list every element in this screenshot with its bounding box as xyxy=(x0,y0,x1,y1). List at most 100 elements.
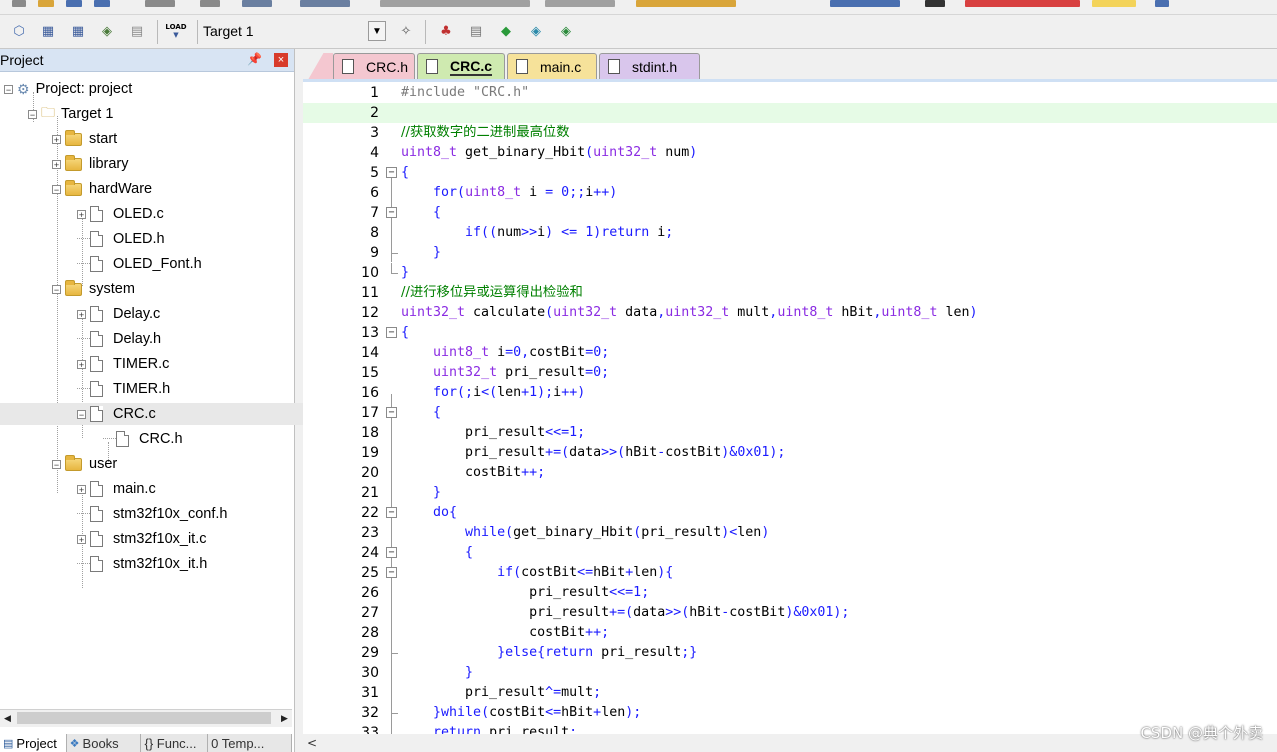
toolbar-icon[interactable] xyxy=(1092,0,1136,7)
code-line[interactable]: 3 //获取数字的二进制最高位数 xyxy=(303,123,1277,143)
tree-item-delay-h[interactable]: Delay.h xyxy=(77,328,161,350)
tree-item-oled-font-h[interactable]: OLED_Font.h xyxy=(77,253,202,275)
code-line[interactable]: 28 costBit++; xyxy=(303,623,1277,643)
toolbar-icon[interactable] xyxy=(145,0,175,7)
collapse-icon[interactable]: − xyxy=(52,284,61,294)
code-line[interactable]: 2 xyxy=(303,103,1277,123)
panel-tab-templates[interactable]: 0 Temp... xyxy=(208,734,292,752)
tree-item-oled-c[interactable]: + OLED.c xyxy=(77,203,164,225)
code-line[interactable]: 22− do{ xyxy=(303,503,1277,523)
expand-icon[interactable]: + xyxy=(77,309,86,319)
chevron-down-icon[interactable]: ▼ xyxy=(368,21,386,41)
tree-item-stm32f10x-conf-h[interactable]: stm32f10x_conf.h xyxy=(77,503,227,525)
target-select[interactable]: Target 1 ▼ xyxy=(203,20,388,42)
scroll-left-icon[interactable]: < xyxy=(307,736,317,750)
runtime-env-icon[interactable]: ◈ xyxy=(556,21,576,41)
code-line[interactable]: 30 } xyxy=(303,663,1277,683)
tree-item-timer-h[interactable]: TIMER.h xyxy=(77,378,170,400)
expand-icon[interactable]: + xyxy=(52,134,61,144)
tree-item-timer-c[interactable]: + TIMER.c xyxy=(77,353,169,375)
editor-tab-main-c[interactable]: main.c xyxy=(507,53,597,79)
tree-item-project-project[interactable]: − ⚙ Project: project xyxy=(4,78,132,100)
code-line[interactable]: 20 costBit++; xyxy=(303,463,1277,483)
toolbar-icon[interactable] xyxy=(66,0,82,7)
tree-item-hardware[interactable]: − hardWare xyxy=(52,178,152,200)
tree-item-delay-c[interactable]: + Delay.c xyxy=(77,303,160,325)
close-icon[interactable]: × xyxy=(274,53,288,67)
toolbar-icon[interactable] xyxy=(242,0,272,7)
expand-icon[interactable]: + xyxy=(77,359,86,369)
code-line[interactable]: 10} xyxy=(303,263,1277,283)
pack-installer-icon[interactable]: ◈ xyxy=(526,21,546,41)
editor-tab-crc-h[interactable]: CRC.h xyxy=(333,53,415,79)
panel-tab-books[interactable]: ❖ Books xyxy=(66,734,142,752)
download-icon[interactable]: LOAD ▼ xyxy=(165,21,186,41)
collapse-icon[interactable]: − xyxy=(52,459,61,469)
code-line[interactable]: 19 pri_result+=(data>>(hBit-costBit)&0x0… xyxy=(303,443,1277,463)
toolbar-icon[interactable] xyxy=(925,0,945,7)
code-line[interactable]: 27 pri_result+=(data>>(hBit-costBit)&0x0… xyxy=(303,603,1277,623)
toolbar-icon[interactable] xyxy=(380,0,530,7)
editor-tab-stdint-h[interactable]: stdint.h xyxy=(599,53,700,79)
target-options-icon[interactable]: ✧ xyxy=(396,21,416,41)
tree-item-target-1[interactable]: − 🗀 Target 1 xyxy=(28,103,113,125)
horizontal-scrollbar[interactable]: ◀ ▶ xyxy=(0,709,292,727)
code-line[interactable]: 15 uint32_t pri_result=0; xyxy=(303,363,1277,383)
collapse-icon[interactable]: − xyxy=(28,109,37,119)
code-line[interactable]: 24− { xyxy=(303,543,1277,563)
code-line[interactable]: 6 for(uint8_t i = 0;;i++) xyxy=(303,183,1277,203)
panel-tab-functions[interactable]: {} Func... xyxy=(141,734,209,752)
fold-toggle-icon[interactable]: − xyxy=(386,507,397,518)
code-line[interactable]: 14 uint8_t i=0,costBit=0; xyxy=(303,343,1277,363)
toolbar-icon[interactable] xyxy=(830,0,900,7)
toolbar-icon[interactable] xyxy=(636,0,736,7)
code-line[interactable]: 1 #include "CRC.h" xyxy=(303,83,1277,103)
fold-toggle-icon[interactable]: − xyxy=(386,547,397,558)
toolbar-icon[interactable] xyxy=(12,0,26,7)
expand-icon[interactable]: + xyxy=(77,534,86,544)
fold-toggle-icon[interactable]: − xyxy=(386,167,397,178)
tree-item-user[interactable]: − user xyxy=(52,453,117,475)
code-line[interactable]: 26 pri_result<<=1; xyxy=(303,583,1277,603)
expand-icon[interactable]: + xyxy=(77,484,86,494)
toolbar-icon[interactable] xyxy=(200,0,220,7)
expand-icon[interactable]: + xyxy=(52,159,61,169)
scroll-left-icon[interactable]: ◀ xyxy=(0,711,15,726)
expand-icon[interactable]: + xyxy=(77,209,86,219)
code-line[interactable]: 5−{ xyxy=(303,163,1277,183)
editor-tab-crc-c[interactable]: CRC.c xyxy=(417,53,505,79)
panel-tab-project[interactable]: ▤ Project xyxy=(0,734,67,752)
fold-toggle-icon[interactable]: − xyxy=(386,567,397,578)
code-line[interactable]: 17− { xyxy=(303,403,1277,423)
manage-rte-icon[interactable]: ◆ xyxy=(496,21,516,41)
tree-item-main-c[interactable]: + main.c xyxy=(77,478,156,500)
code-line[interactable]: 9 } xyxy=(303,243,1277,263)
toolbar-icon[interactable] xyxy=(94,0,110,7)
editor-horizontal-scrollbar[interactable]: < xyxy=(303,734,1277,752)
code-line[interactable]: 25− if(costBit<=hBit+len){ xyxy=(303,563,1277,583)
toolbar-icon[interactable] xyxy=(545,0,615,7)
code-line[interactable]: 16 for(;i<(len+1);i++) xyxy=(303,383,1277,403)
tree-item-stm32f10x-it-h[interactable]: stm32f10x_it.h xyxy=(77,553,207,575)
tree-item-system[interactable]: − system xyxy=(52,278,135,300)
pin-icon[interactable]: 📌 xyxy=(247,52,262,66)
code-line[interactable]: 23 while(get_binary_Hbit(pri_result)<len… xyxy=(303,523,1277,543)
toolbar-icon[interactable] xyxy=(300,0,350,7)
rebuild-icon[interactable]: ▦ xyxy=(68,21,88,41)
code-line[interactable]: 31 pri_result^=mult; xyxy=(303,683,1277,703)
toolbar-icon[interactable] xyxy=(965,0,1080,7)
tree-item-library[interactable]: + library xyxy=(52,153,128,175)
code-line[interactable]: 12 uint32_t calculate(uint32_t data,uint3… xyxy=(303,303,1277,323)
code-line[interactable]: 7− { xyxy=(303,203,1277,223)
code-line[interactable]: 18 pri_result<<=1; xyxy=(303,423,1277,443)
code-line[interactable]: 4 uint8_t get_binary_Hbit(uint32_t num) xyxy=(303,143,1277,163)
code-line[interactable]: 8 if((num>>i) <= 1)return i; xyxy=(303,223,1277,243)
fold-toggle-icon[interactable]: − xyxy=(386,207,397,218)
code-line[interactable]: 13−{ xyxy=(303,323,1277,343)
fold-toggle-icon[interactable]: − xyxy=(386,327,397,338)
tree-item-start[interactable]: + start xyxy=(52,128,117,150)
fold-toggle-icon[interactable]: − xyxy=(386,407,397,418)
toolbar-icon[interactable] xyxy=(38,0,54,7)
manage-components-icon[interactable]: ♣ xyxy=(436,21,456,41)
collapse-icon[interactable]: − xyxy=(4,84,13,94)
